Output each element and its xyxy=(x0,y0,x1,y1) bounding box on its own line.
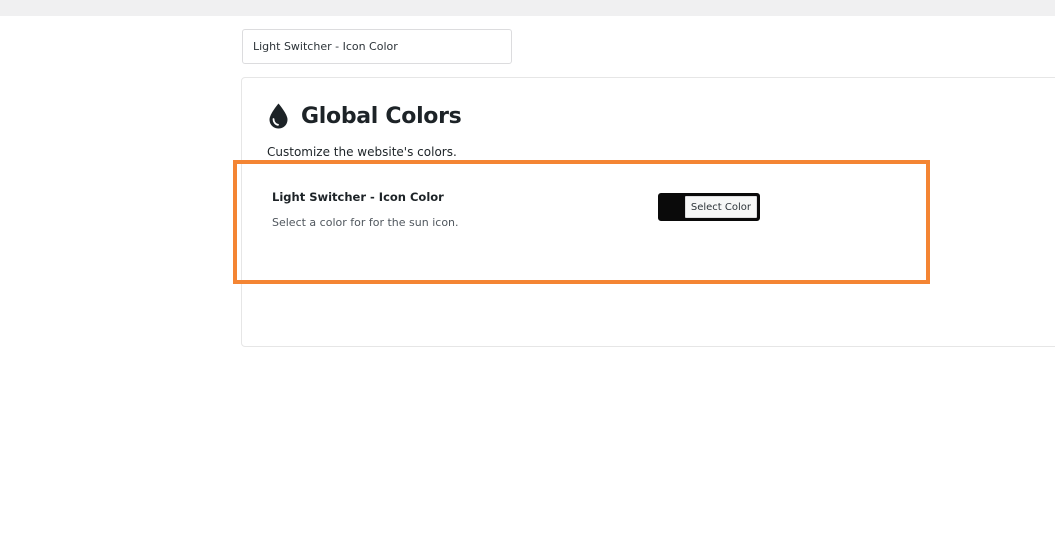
setting-description: Select a color for for the sun icon. xyxy=(272,216,459,229)
search-input[interactable] xyxy=(242,29,512,64)
panel-header: Global Colors xyxy=(268,100,462,132)
select-color-button[interactable]: Select Color xyxy=(684,196,757,218)
setting-label: Light Switcher - Icon Color xyxy=(272,190,444,204)
page-subtitle: Customize the website's colors. xyxy=(267,145,457,159)
page-title: Global Colors xyxy=(301,103,462,129)
drop-icon xyxy=(269,103,288,129)
color-picker[interactable]: Select Color xyxy=(658,193,760,221)
top-bar xyxy=(0,0,1055,16)
